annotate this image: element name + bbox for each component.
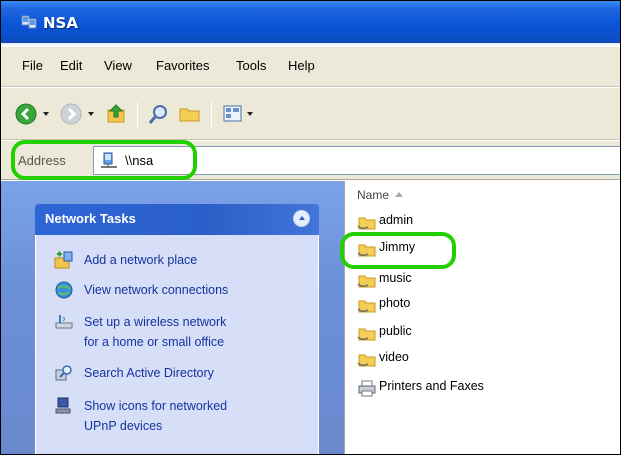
up-folder-icon[interactable] — [105, 102, 129, 126]
address-highlight-circle — [11, 140, 197, 180]
menu-file[interactable]: File — [22, 58, 43, 73]
printer-icon — [358, 380, 376, 397]
shared-folder-icon — [357, 328, 376, 341]
sort-ascending-icon — [395, 192, 403, 197]
collapse-chevron-icon[interactable] — [293, 210, 310, 227]
title-bar[interactable]: NSA — [1, 1, 620, 45]
search-directory-icon — [55, 365, 72, 381]
jimmy-highlight-circle — [340, 232, 456, 269]
upnp-devices-icon — [55, 397, 71, 414]
forward-dropdown-icon[interactable] — [88, 112, 94, 116]
shared-folder-icon — [357, 354, 376, 367]
views-dropdown-icon[interactable] — [247, 112, 253, 116]
menu-tools[interactable]: Tools — [236, 58, 266, 73]
toolbar-separator — [211, 102, 212, 128]
file-name: Printers and Faxes — [379, 379, 484, 393]
search-icon[interactable] — [147, 102, 171, 126]
file-name: admin — [379, 213, 414, 227]
task-label: Add a network place — [84, 253, 198, 267]
task-label: Set up a wireless network — [84, 315, 227, 329]
file-name: music — [379, 271, 412, 285]
task-label: Show icons for networked — [84, 399, 228, 413]
back-dropdown-icon[interactable] — [43, 112, 49, 116]
file-name: photo — [379, 296, 411, 310]
add-network-place-icon — [54, 251, 73, 269]
explorer-window: NSA File Edit View Favorites Tools Help — [0, 0, 621, 455]
file-list-pane: Name admin Jimmy music photo public vide… — [344, 181, 620, 454]
menu-view[interactable]: View — [104, 58, 132, 73]
menu-help[interactable]: Help — [288, 58, 315, 73]
network-window-icon — [21, 15, 37, 29]
shared-folder-icon — [357, 275, 376, 288]
toolbar — [1, 88, 620, 140]
folders-icon[interactable] — [178, 102, 202, 126]
file-name: public — [379, 324, 412, 338]
network-connections-icon — [55, 281, 73, 299]
network-tasks-body: Add a network place View network connect… — [35, 235, 319, 454]
task-label-line2: for a home or small office — [84, 335, 225, 349]
views-icon[interactable] — [221, 102, 245, 126]
wireless-network-icon — [55, 315, 73, 329]
menu-favorites[interactable]: Favorites — [156, 58, 209, 73]
task-label-line2: UPnP devices — [84, 419, 163, 433]
file-name: video — [379, 350, 409, 364]
name-column-header[interactable]: Name — [357, 188, 389, 202]
toolbar-separator — [137, 102, 138, 128]
menu-bar: File Edit View Favorites Tools Help — [1, 47, 620, 87]
window-title: NSA — [43, 14, 78, 32]
network-tasks-header[interactable]: Network Tasks — [35, 204, 319, 235]
network-tasks-title: Network Tasks — [45, 211, 136, 226]
menu-edit[interactable]: Edit — [60, 58, 82, 73]
shared-folder-icon — [357, 300, 376, 313]
forward-icon[interactable] — [59, 102, 83, 126]
task-label: Search Active Directory — [84, 366, 214, 380]
shared-folder-icon — [357, 217, 376, 230]
task-label: View network connections — [84, 283, 229, 297]
back-icon[interactable] — [14, 102, 38, 126]
task-pane: Network Tasks Add a network place View n… — [1, 181, 344, 454]
